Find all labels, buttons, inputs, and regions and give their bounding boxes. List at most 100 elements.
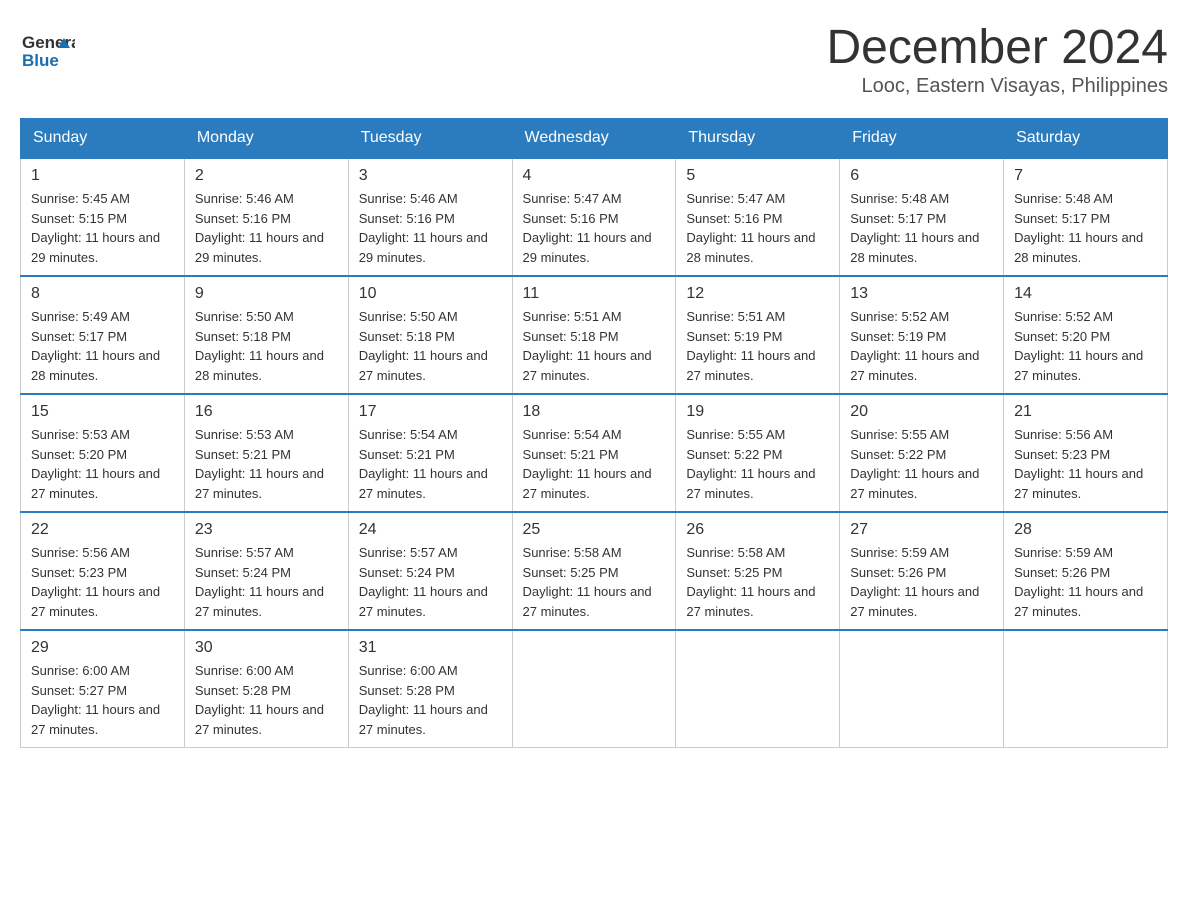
daylight-label: Daylight: 11 hours and 28 minutes. [686, 230, 815, 265]
daylight-label: Daylight: 11 hours and 27 minutes. [31, 466, 160, 501]
table-row: 17 Sunrise: 5:54 AM Sunset: 5:21 PM Dayl… [348, 394, 512, 512]
day-info: Sunrise: 5:56 AM Sunset: 5:23 PM Dayligh… [1014, 425, 1157, 503]
sunset-label: Sunset: 5:22 PM [850, 447, 946, 462]
day-number: 30 [195, 639, 338, 657]
col-thursday: Thursday [676, 119, 840, 159]
sunrise-label: Sunrise: 5:47 AM [523, 191, 622, 206]
day-number: 11 [523, 285, 666, 303]
day-number: 18 [523, 403, 666, 421]
day-info: Sunrise: 5:53 AM Sunset: 5:21 PM Dayligh… [195, 425, 338, 503]
day-info: Sunrise: 5:51 AM Sunset: 5:19 PM Dayligh… [686, 307, 829, 385]
calendar-week-row: 15 Sunrise: 5:53 AM Sunset: 5:20 PM Dayl… [21, 394, 1168, 512]
sunrise-label: Sunrise: 5:57 AM [359, 545, 458, 560]
table-row: 16 Sunrise: 5:53 AM Sunset: 5:21 PM Dayl… [184, 394, 348, 512]
daylight-label: Daylight: 11 hours and 29 minutes. [359, 230, 488, 265]
table-row [676, 630, 840, 748]
sunset-label: Sunset: 5:18 PM [523, 329, 619, 344]
sunrise-label: Sunrise: 5:56 AM [1014, 427, 1113, 442]
sunrise-label: Sunrise: 5:53 AM [195, 427, 294, 442]
daylight-label: Daylight: 11 hours and 27 minutes. [686, 466, 815, 501]
day-info: Sunrise: 5:55 AM Sunset: 5:22 PM Dayligh… [850, 425, 993, 503]
table-row: 1 Sunrise: 5:45 AM Sunset: 5:15 PM Dayli… [21, 158, 185, 276]
daylight-label: Daylight: 11 hours and 27 minutes. [31, 702, 160, 737]
table-row [512, 630, 676, 748]
col-sunday: Sunday [21, 119, 185, 159]
sunrise-label: Sunrise: 5:46 AM [359, 191, 458, 206]
calendar-week-row: 8 Sunrise: 5:49 AM Sunset: 5:17 PM Dayli… [21, 276, 1168, 394]
sunset-label: Sunset: 5:20 PM [31, 447, 127, 462]
table-row: 31 Sunrise: 6:00 AM Sunset: 5:28 PM Dayl… [348, 630, 512, 748]
table-row: 26 Sunrise: 5:58 AM Sunset: 5:25 PM Dayl… [676, 512, 840, 630]
sunrise-label: Sunrise: 5:45 AM [31, 191, 130, 206]
day-number: 16 [195, 403, 338, 421]
col-monday: Monday [184, 119, 348, 159]
sunrise-label: Sunrise: 5:55 AM [686, 427, 785, 442]
day-info: Sunrise: 5:57 AM Sunset: 5:24 PM Dayligh… [359, 543, 502, 621]
table-row: 30 Sunrise: 6:00 AM Sunset: 5:28 PM Dayl… [184, 630, 348, 748]
day-info: Sunrise: 5:45 AM Sunset: 5:15 PM Dayligh… [31, 189, 174, 267]
sunrise-label: Sunrise: 6:00 AM [195, 663, 294, 678]
daylight-label: Daylight: 11 hours and 27 minutes. [523, 584, 652, 619]
table-row: 25 Sunrise: 5:58 AM Sunset: 5:25 PM Dayl… [512, 512, 676, 630]
daylight-label: Daylight: 11 hours and 28 minutes. [850, 230, 979, 265]
sunrise-label: Sunrise: 5:59 AM [1014, 545, 1113, 560]
day-info: Sunrise: 5:50 AM Sunset: 5:18 PM Dayligh… [359, 307, 502, 385]
daylight-label: Daylight: 11 hours and 27 minutes. [686, 584, 815, 619]
table-row: 19 Sunrise: 5:55 AM Sunset: 5:22 PM Dayl… [676, 394, 840, 512]
col-wednesday: Wednesday [512, 119, 676, 159]
day-info: Sunrise: 5:51 AM Sunset: 5:18 PM Dayligh… [523, 307, 666, 385]
sunset-label: Sunset: 5:16 PM [523, 211, 619, 226]
sunrise-label: Sunrise: 6:00 AM [359, 663, 458, 678]
logo-icon: General Blue [20, 20, 75, 75]
sunset-label: Sunset: 5:18 PM [359, 329, 455, 344]
daylight-label: Daylight: 11 hours and 27 minutes. [195, 466, 324, 501]
sunrise-label: Sunrise: 5:58 AM [523, 545, 622, 560]
day-info: Sunrise: 5:47 AM Sunset: 5:16 PM Dayligh… [523, 189, 666, 267]
table-row: 7 Sunrise: 5:48 AM Sunset: 5:17 PM Dayli… [1004, 158, 1168, 276]
sunset-label: Sunset: 5:20 PM [1014, 329, 1110, 344]
day-info: Sunrise: 5:48 AM Sunset: 5:17 PM Dayligh… [850, 189, 993, 267]
day-number: 4 [523, 167, 666, 185]
title-block: December 2024 Looc, Eastern Visayas, Phi… [826, 20, 1168, 98]
day-number: 24 [359, 521, 502, 539]
sunrise-label: Sunrise: 5:58 AM [686, 545, 785, 560]
day-number: 13 [850, 285, 993, 303]
sunset-label: Sunset: 5:18 PM [195, 329, 291, 344]
sunset-label: Sunset: 5:16 PM [686, 211, 782, 226]
day-info: Sunrise: 5:59 AM Sunset: 5:26 PM Dayligh… [1014, 543, 1157, 621]
daylight-label: Daylight: 11 hours and 27 minutes. [523, 466, 652, 501]
table-row: 12 Sunrise: 5:51 AM Sunset: 5:19 PM Dayl… [676, 276, 840, 394]
daylight-label: Daylight: 11 hours and 27 minutes. [850, 584, 979, 619]
day-number: 31 [359, 639, 502, 657]
day-number: 3 [359, 167, 502, 185]
day-number: 17 [359, 403, 502, 421]
daylight-label: Daylight: 11 hours and 27 minutes. [1014, 466, 1143, 501]
col-saturday: Saturday [1004, 119, 1168, 159]
daylight-label: Daylight: 11 hours and 27 minutes. [31, 584, 160, 619]
sunrise-label: Sunrise: 5:51 AM [523, 309, 622, 324]
daylight-label: Daylight: 11 hours and 27 minutes. [1014, 348, 1143, 383]
day-number: 19 [686, 403, 829, 421]
table-row: 14 Sunrise: 5:52 AM Sunset: 5:20 PM Dayl… [1004, 276, 1168, 394]
table-row: 28 Sunrise: 5:59 AM Sunset: 5:26 PM Dayl… [1004, 512, 1168, 630]
sunrise-label: Sunrise: 5:52 AM [850, 309, 949, 324]
table-row: 20 Sunrise: 5:55 AM Sunset: 5:22 PM Dayl… [840, 394, 1004, 512]
day-number: 5 [686, 167, 829, 185]
table-row [1004, 630, 1168, 748]
table-row: 3 Sunrise: 5:46 AM Sunset: 5:16 PM Dayli… [348, 158, 512, 276]
day-number: 8 [31, 285, 174, 303]
table-row: 8 Sunrise: 5:49 AM Sunset: 5:17 PM Dayli… [21, 276, 185, 394]
day-info: Sunrise: 5:57 AM Sunset: 5:24 PM Dayligh… [195, 543, 338, 621]
day-info: Sunrise: 5:58 AM Sunset: 5:25 PM Dayligh… [686, 543, 829, 621]
daylight-label: Daylight: 11 hours and 27 minutes. [1014, 584, 1143, 619]
table-row: 18 Sunrise: 5:54 AM Sunset: 5:21 PM Dayl… [512, 394, 676, 512]
table-row: 29 Sunrise: 6:00 AM Sunset: 5:27 PM Dayl… [21, 630, 185, 748]
sunset-label: Sunset: 5:16 PM [359, 211, 455, 226]
day-number: 12 [686, 285, 829, 303]
calendar-week-row: 1 Sunrise: 5:45 AM Sunset: 5:15 PM Dayli… [21, 158, 1168, 276]
sunrise-label: Sunrise: 5:54 AM [523, 427, 622, 442]
sunset-label: Sunset: 5:15 PM [31, 211, 127, 226]
day-number: 25 [523, 521, 666, 539]
sunrise-label: Sunrise: 5:52 AM [1014, 309, 1113, 324]
page-header: General Blue December 2024 Looc, Eastern… [20, 20, 1168, 98]
